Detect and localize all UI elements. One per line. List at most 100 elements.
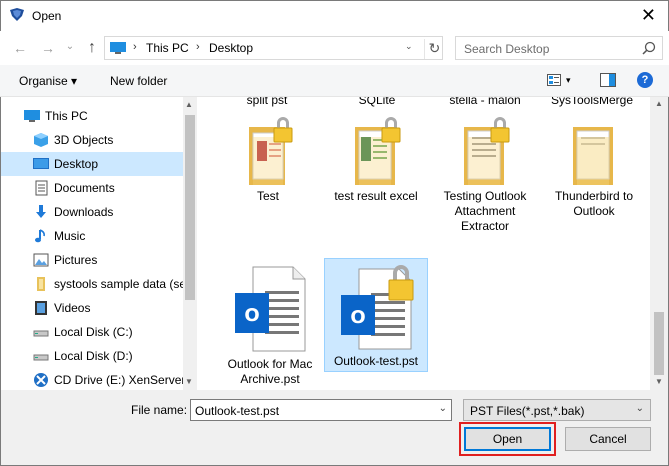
view-options-dropdown-icon[interactable]: ▾ bbox=[566, 75, 571, 86]
cancel-button[interactable]: Cancel bbox=[565, 427, 651, 451]
organise-button[interactable]: Organise ▾ bbox=[19, 74, 77, 88]
scroll-down-icon[interactable]: ▼ bbox=[655, 377, 663, 386]
search-icon bbox=[642, 41, 656, 55]
sidebar-item-documents[interactable]: Documents bbox=[1, 176, 183, 200]
file-name-label: File name: bbox=[131, 403, 188, 417]
navigation-bar: ← → ⌄ ↑ › This PC › Desktop ⌄ ↻ Search D… bbox=[0, 31, 669, 65]
sidebar-item-local-disk-d[interactable]: Local Disk (D:) bbox=[1, 344, 183, 368]
preview-pane-icon[interactable] bbox=[600, 73, 616, 87]
sidebar-item-label: Downloads bbox=[54, 205, 114, 219]
file-name-input[interactable]: Outlook-test.pst ⌄ bbox=[190, 399, 452, 421]
sidebar-item-local-disk-c[interactable]: Local Disk (C:) bbox=[1, 320, 183, 344]
breadcrumb-separator[interactable]: › bbox=[196, 41, 200, 53]
back-arrow-icon[interactable]: ← bbox=[12, 40, 28, 56]
app-logo-icon bbox=[10, 8, 24, 21]
downloads-icon bbox=[36, 205, 46, 218]
documents-icon bbox=[35, 180, 48, 196]
recent-locations-icon[interactable]: ⌄ bbox=[62, 39, 78, 55]
file-label-line-2: Attachment bbox=[454, 204, 516, 218]
file-label-systoolsmerge[interactable]: SysToolsMerge bbox=[547, 97, 637, 108]
sidebar-item-cd-drive-e[interactable]: CD Drive (E:) XenServer T bbox=[1, 368, 196, 390]
sidebar-item-systools-sample-data[interactable]: systools sample data (se bbox=[1, 272, 187, 296]
sidebar-item-downloads[interactable]: Downloads bbox=[1, 200, 183, 224]
sidebar-item-label: CD Drive (E:) XenServer T bbox=[54, 373, 196, 387]
sidebar-item-pictures[interactable]: Pictures bbox=[1, 248, 183, 272]
file-label-line-2: Outlook bbox=[573, 204, 615, 218]
music-icon bbox=[35, 229, 45, 243]
videos-icon bbox=[35, 301, 47, 315]
sidebar-item-label: Music bbox=[54, 229, 86, 243]
folder-icon bbox=[37, 277, 45, 291]
file-item-test-result-excel[interactable]: test result excel bbox=[333, 115, 419, 205]
scroll-up-icon[interactable]: ▲ bbox=[655, 99, 663, 108]
open-button[interactable]: Open bbox=[464, 427, 551, 451]
sidebar-item-label: Local Disk (C:) bbox=[54, 325, 133, 339]
cd-drive-icon bbox=[34, 373, 48, 387]
help-icon[interactable]: ? bbox=[637, 72, 653, 88]
refresh-icon[interactable]: ↻ bbox=[424, 39, 444, 59]
title-bar: Open ✕ bbox=[0, 0, 669, 31]
desktop-icon bbox=[33, 158, 49, 169]
pc-icon bbox=[24, 110, 40, 122]
folder-icon bbox=[573, 127, 613, 185]
outlook-badge: O bbox=[244, 305, 259, 326]
outlook-badge: O bbox=[350, 307, 365, 328]
address-bar[interactable]: › This PC › Desktop ⌄ ↻ bbox=[104, 36, 443, 60]
file-label-line-2: Archive.pst bbox=[240, 372, 300, 386]
outlook-pst-icon: O bbox=[235, 266, 306, 352]
file-item-thunderbird-to-outlook[interactable]: Thunderbird to Outlook bbox=[549, 115, 639, 239]
sidebar-item-videos[interactable]: Videos bbox=[1, 296, 183, 320]
drive-icon bbox=[33, 354, 49, 361]
pictures-icon bbox=[33, 253, 49, 267]
chevron-down-icon[interactable]: ⌄ bbox=[439, 403, 447, 414]
sidebar-item-desktop[interactable]: Desktop bbox=[1, 152, 183, 176]
drive-icon bbox=[33, 330, 49, 337]
sidebar-item-label: Pictures bbox=[54, 253, 98, 267]
file-item-testing-outlook-attachment-extractor[interactable]: Testing Outlook Attachment Extractor bbox=[440, 115, 530, 255]
scroll-up-icon[interactable]: ▲ bbox=[185, 100, 193, 109]
address-dropdown-icon[interactable]: ⌄ bbox=[405, 41, 413, 52]
locked-folder-icon bbox=[249, 117, 293, 185]
sidebar-item-this-pc[interactable]: This PC bbox=[1, 104, 183, 128]
sidebar-item-label: Videos bbox=[54, 301, 91, 315]
sidebar-item-label: Desktop bbox=[54, 157, 99, 171]
file-item-outlook-test-pst[interactable]: O Outlook-test.pst bbox=[324, 258, 428, 372]
file-item-outlook-for-mac-archive-pst[interactable]: O Outlook for Mac Archive.pst bbox=[225, 259, 315, 387]
sidebar-item-music[interactable]: Music bbox=[1, 224, 183, 248]
file-label: Outlook-test.pst bbox=[333, 354, 419, 368]
scroll-down-icon[interactable]: ▼ bbox=[185, 377, 193, 386]
file-list-scrollbar[interactable]: ▲ ▼ bbox=[650, 97, 668, 390]
locked-folder-icon bbox=[464, 117, 510, 185]
close-icon[interactable]: ✕ bbox=[641, 4, 656, 26]
file-list-scroll-thumb[interactable] bbox=[654, 312, 664, 375]
up-arrow-icon[interactable]: ↑ bbox=[84, 40, 100, 56]
dialog-footer: File name: Outlook-test.pst ⌄ PST Files(… bbox=[1, 390, 668, 465]
file-type-value: PST Files(*.pst,*.bak) bbox=[470, 404, 585, 418]
cube-icon bbox=[34, 133, 48, 147]
forward-arrow-icon[interactable]: → bbox=[40, 40, 56, 56]
window-title: Open bbox=[32, 9, 62, 23]
sidebar-item-3d-objects[interactable]: 3D Objects bbox=[1, 128, 183, 152]
sidebar-item-label: 3D Objects bbox=[54, 133, 114, 147]
file-label-line-3: Extractor bbox=[460, 219, 509, 233]
pc-icon bbox=[110, 42, 126, 54]
file-list-view: split pst SQLite stella - malon SysTools… bbox=[197, 97, 650, 390]
file-type-select[interactable]: PST Files(*.pst,*.bak) ⌄ bbox=[463, 399, 651, 421]
breadcrumb-this-pc[interactable]: This PC bbox=[146, 41, 189, 55]
file-label-sqlite[interactable]: SQLite bbox=[337, 97, 417, 108]
search-input[interactable]: Search Desktop bbox=[455, 36, 663, 60]
file-item-test[interactable]: Test bbox=[225, 115, 311, 205]
change-view-icon[interactable] bbox=[547, 74, 561, 86]
file-label-line-1: Outlook for Mac bbox=[227, 357, 313, 371]
file-label-split-pst[interactable]: split pst bbox=[227, 97, 307, 108]
file-label-stella-malon[interactable]: stella - malon bbox=[442, 97, 528, 108]
new-folder-button[interactable]: New folder bbox=[110, 74, 167, 88]
sidebar-scroll-thumb[interactable] bbox=[185, 115, 195, 300]
command-bar: Organise ▾ New folder ▾ ? bbox=[0, 65, 669, 97]
chevron-down-icon[interactable]: ⌄ bbox=[636, 403, 644, 414]
sidebar-item-label: systools sample data (se bbox=[54, 277, 187, 291]
sidebar-scrollbar[interactable]: ▲ ▼ bbox=[183, 97, 197, 390]
file-label: test result excel bbox=[334, 189, 418, 203]
breadcrumb-desktop[interactable]: Desktop bbox=[209, 41, 253, 55]
breadcrumb-separator[interactable]: › bbox=[133, 41, 137, 53]
